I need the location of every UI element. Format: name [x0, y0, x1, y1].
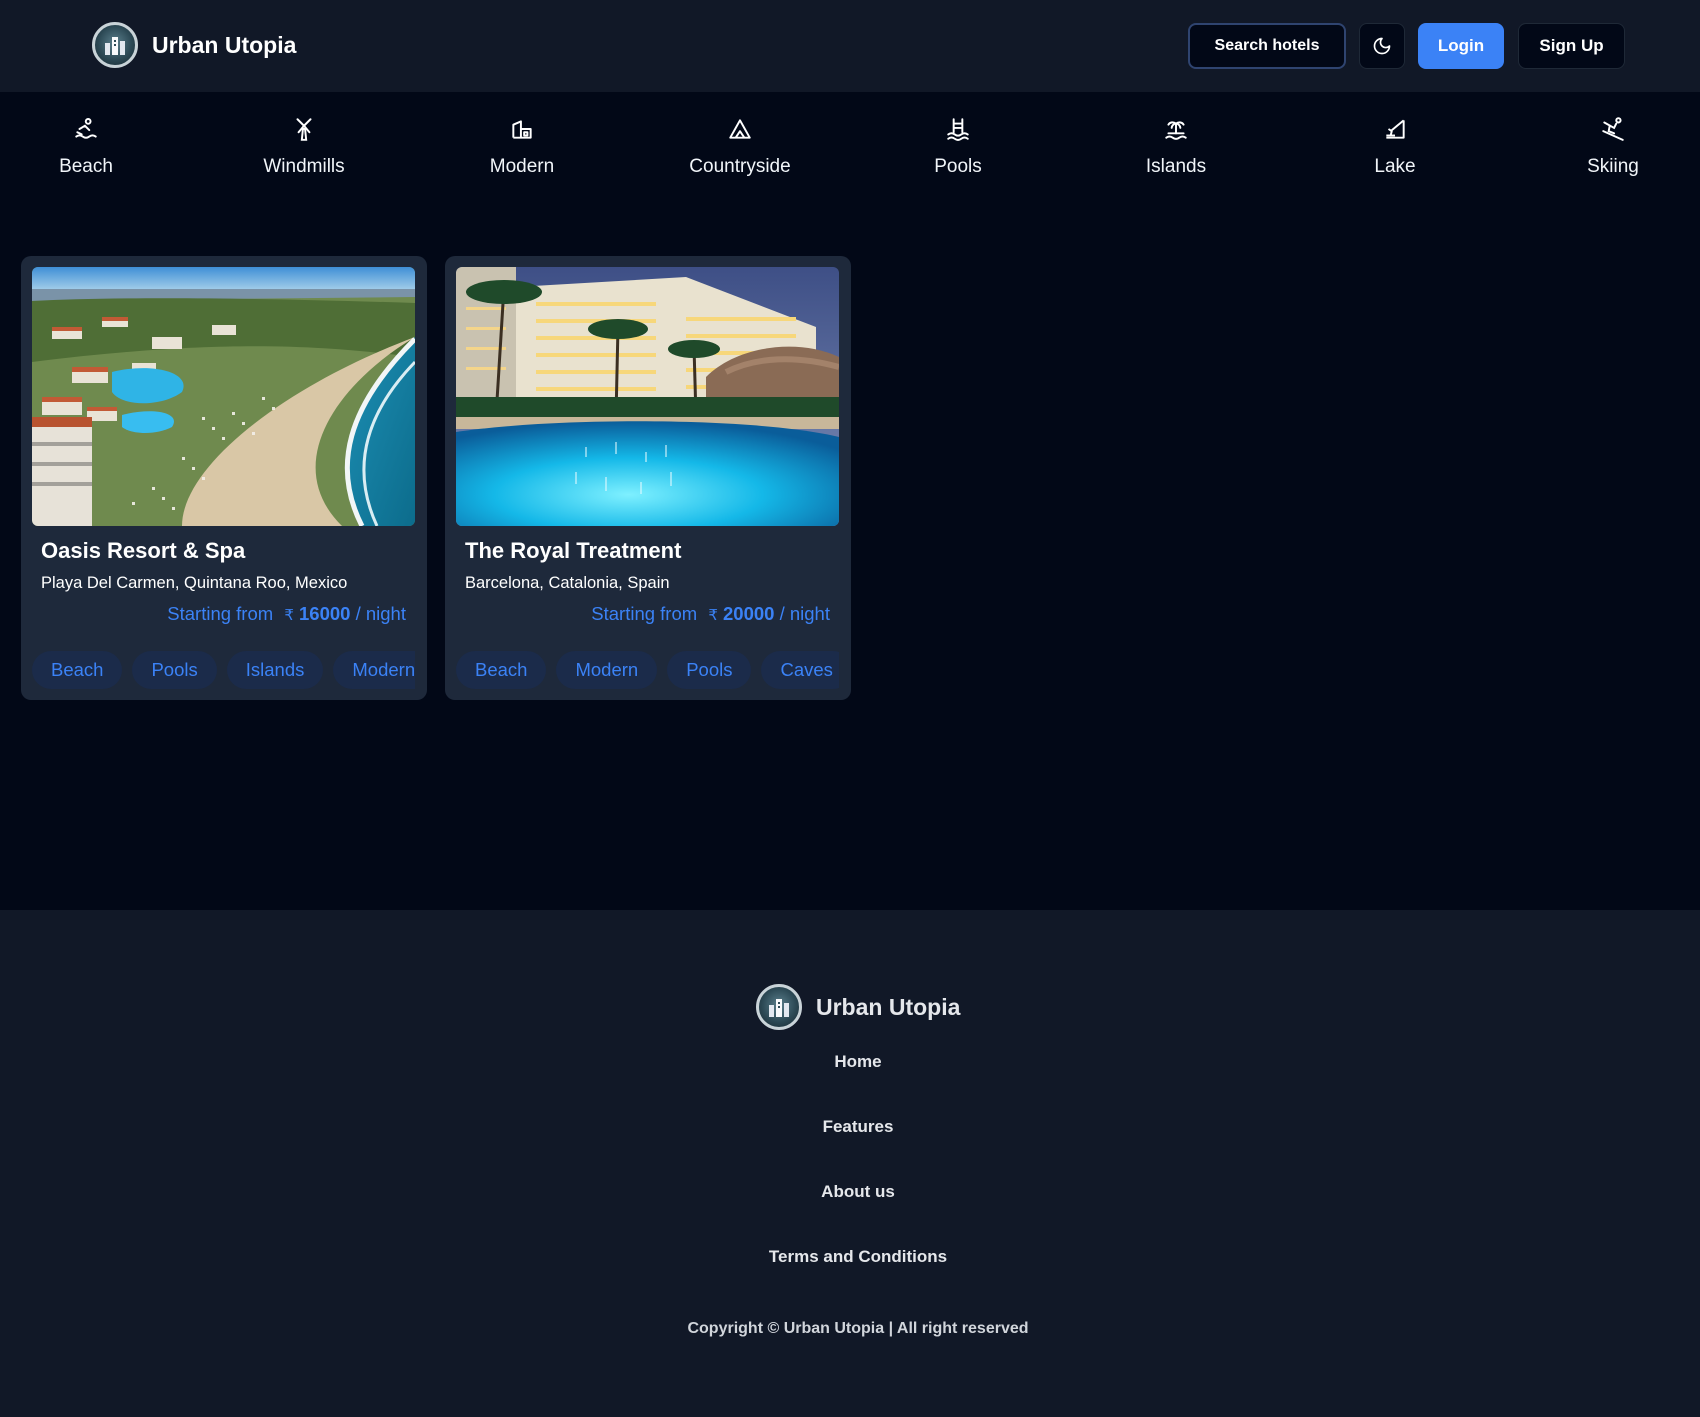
- tag-list: Beach Pools Islands Modern: [32, 651, 415, 691]
- brand-name: Urban Utopia: [152, 31, 297, 58]
- mountain-icon: [729, 119, 751, 139]
- category-label: Countryside: [689, 156, 791, 177]
- brand-logo-icon: [92, 22, 138, 68]
- pool-icon: [947, 118, 969, 141]
- tag-chip[interactable]: Islands: [226, 651, 324, 689]
- footer-link-features[interactable]: Features: [0, 1117, 1700, 1137]
- theme-toggle-button[interactable]: [1359, 23, 1405, 69]
- category-lake[interactable]: Lake: [1315, 116, 1475, 178]
- category-modern[interactable]: Modern: [442, 116, 602, 178]
- footer-brand[interactable]: Urban Utopia: [756, 984, 960, 1030]
- category-label: Beach: [59, 156, 113, 177]
- signup-button[interactable]: Sign Up: [1518, 23, 1625, 69]
- hotel-photo: [456, 267, 839, 526]
- category-pools[interactable]: Pools: [878, 116, 1038, 178]
- price-suffix: / night: [355, 603, 406, 624]
- tag-chip[interactable]: Caves: [761, 651, 839, 689]
- hotel-card[interactable]: Oasis Resort & Spa Playa Del Carmen, Qui…: [21, 256, 427, 700]
- lake-icon: [1386, 119, 1405, 139]
- footer-link-about[interactable]: About us: [0, 1182, 1700, 1202]
- tag-chip[interactable]: Beach: [32, 651, 123, 689]
- tag-chip[interactable]: Pools: [667, 651, 752, 689]
- category-label: Modern: [489, 156, 555, 177]
- brand[interactable]: Urban Utopia: [92, 22, 296, 68]
- hotel-price: Starting from ₹ 16000 / night: [167, 603, 406, 625]
- category-countryside[interactable]: Countryside: [660, 116, 820, 178]
- modern-house-icon: [512, 120, 532, 139]
- category-windmills[interactable]: Windmills: [224, 116, 384, 178]
- hotel-name: Oasis Resort & Spa: [41, 538, 246, 563]
- skiing-icon: [1602, 117, 1624, 141]
- hotel-photo: [32, 267, 415, 526]
- footer-brand-name: Urban Utopia: [816, 993, 961, 1020]
- category-label: Skiing: [1587, 156, 1639, 177]
- currency-symbol: ₹: [284, 607, 294, 624]
- category-skiing[interactable]: Skiing: [1533, 116, 1693, 178]
- tag-chip[interactable]: Modern: [556, 651, 658, 689]
- beach-icon: [75, 118, 97, 139]
- copyright-text: Copyright © Urban Utopia | All right res…: [687, 1320, 1029, 1337]
- tag-list: Beach Modern Pools Caves: [456, 651, 839, 691]
- hotel-card[interactable]: The Royal Treatment Barcelona, Catalonia…: [445, 256, 851, 700]
- hotel-location: Barcelona, Catalonia, Spain: [465, 574, 670, 592]
- island-icon: [1165, 121, 1187, 140]
- hotel-location: Playa Del Carmen, Quintana Roo, Mexico: [41, 574, 348, 592]
- top-navbar: Urban Utopia Search hotels Login Sign Up: [0, 0, 1700, 92]
- brand-logo-icon: [756, 984, 802, 1030]
- category-label: Windmills: [263, 156, 345, 177]
- windmill-icon: [296, 118, 312, 141]
- category-islands[interactable]: Islands: [1096, 116, 1256, 178]
- category-label: Lake: [1374, 156, 1416, 177]
- price-amount: 16000: [299, 603, 351, 624]
- category-bar: Beach Windmills Modern Countryside Pools…: [0, 92, 1700, 202]
- footer-link-home[interactable]: Home: [0, 1052, 1700, 1072]
- category-label: Islands: [1145, 156, 1207, 177]
- category-label: Pools: [934, 156, 982, 177]
- price-prefix: Starting from: [167, 603, 274, 624]
- price-prefix: Starting from: [591, 603, 698, 624]
- search-hotels-button[interactable]: Search hotels: [1188, 23, 1346, 69]
- moon-icon: [1373, 37, 1391, 55]
- footer: Urban Utopia Home Features About us Term…: [0, 910, 1700, 1417]
- hotel-name: The Royal Treatment: [465, 538, 682, 563]
- footer-link-terms[interactable]: Terms and Conditions: [0, 1247, 1700, 1267]
- price-suffix: / night: [779, 603, 830, 624]
- hotel-price: Starting from ₹ 20000 / night: [591, 603, 830, 625]
- price-amount: 20000: [723, 603, 775, 624]
- login-button[interactable]: Login: [1418, 23, 1504, 69]
- currency-symbol: ₹: [708, 607, 718, 624]
- tag-chip[interactable]: Beach: [456, 651, 547, 689]
- tag-chip[interactable]: Pools: [132, 651, 217, 689]
- category-beach[interactable]: Beach: [6, 116, 166, 178]
- tag-chip[interactable]: Modern: [333, 651, 415, 689]
